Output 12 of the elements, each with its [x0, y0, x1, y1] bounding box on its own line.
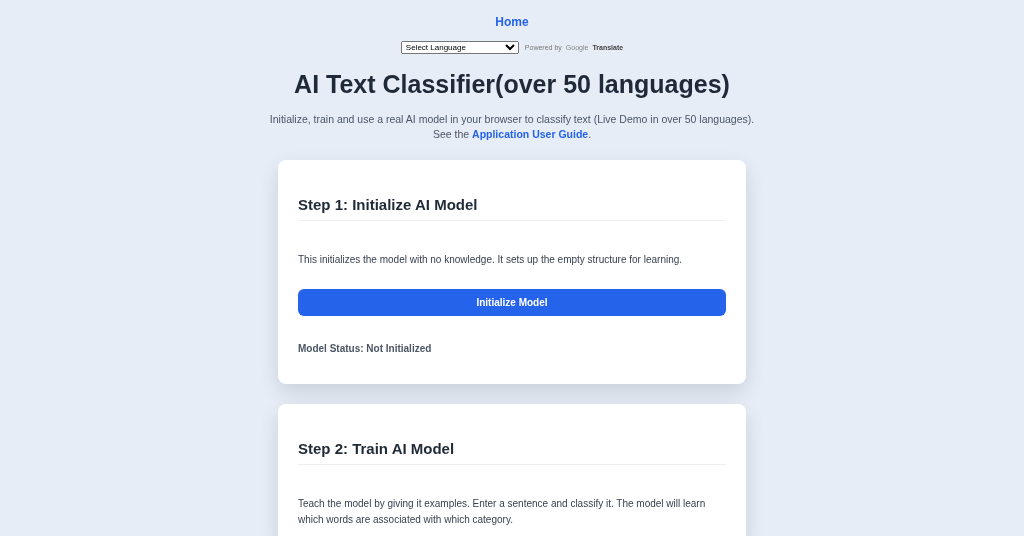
- model-status: Model Status: Not Initialized: [298, 343, 433, 354]
- language-select[interactable]: Select Language: [400, 41, 519, 54]
- intro-text: Initialize, train and use a real AI model in your browser to classify text (Live Demo in over 50 languages).: [269, 113, 755, 125]
- step-heading: Step 1: Initialize AI Model: [298, 196, 726, 221]
- initialize-model-button[interactable]: Initialize Model: [298, 289, 726, 316]
- home-link[interactable]: Home: [495, 15, 529, 29]
- step-description: Teach the model by giving it examples. Enter a sentence and classify it. The model will learn which words are associated with which category.: [298, 497, 707, 527]
- step-description: This initializes the model with no knowledge. It sets up the empty structure for learning.: [298, 253, 684, 267]
- period-text: .: [588, 128, 592, 140]
- step-heading: Step 2: Train AI Model: [298, 440, 726, 465]
- page-title: AI Text Classifier(over 50 languages): [294, 70, 730, 99]
- intro-text: See the: [432, 128, 470, 140]
